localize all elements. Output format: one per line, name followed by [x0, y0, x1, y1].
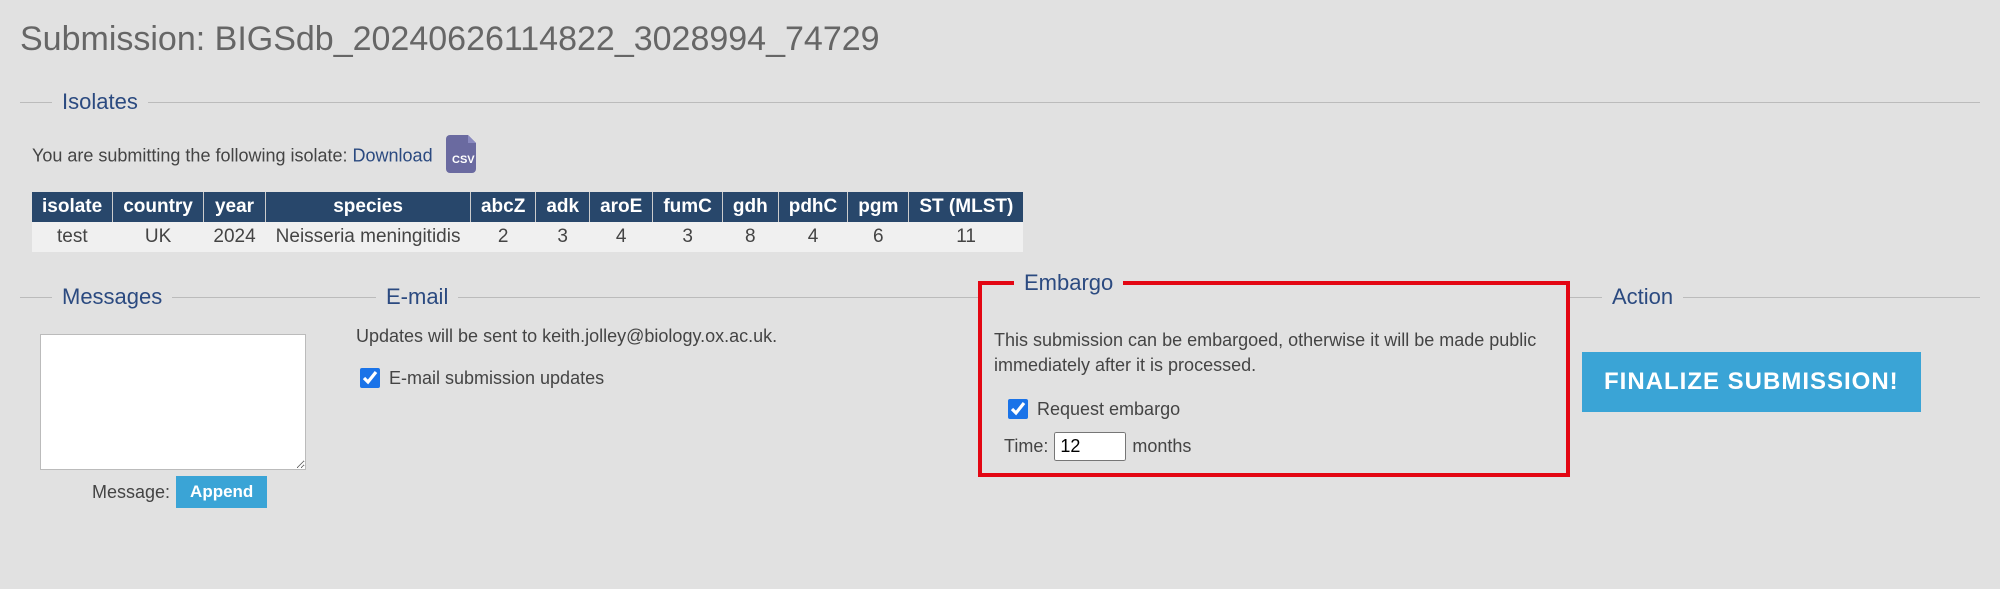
csv-icon[interactable]: CSV: [446, 135, 480, 178]
isolates-table: isolate country year species abcZ adk ar…: [32, 192, 1023, 252]
page-title: Submission: BIGSdb_20240626114822_302899…: [20, 20, 1980, 59]
isolates-legend: Isolates: [52, 89, 148, 115]
isolates-fieldset: Isolates You are submitting the followin…: [20, 89, 1980, 264]
action-legend: Action: [1602, 284, 1683, 310]
embargo-checkbox-label: Request embargo: [1037, 399, 1180, 420]
download-link[interactable]: Download: [353, 145, 433, 165]
message-label: Message:: [92, 482, 170, 503]
th-year: year: [203, 192, 265, 222]
email-checkbox-label: E-mail submission updates: [389, 368, 604, 389]
embargo-time-input[interactable]: [1054, 432, 1126, 461]
finalize-button[interactable]: FINALIZE SUBMISSION!: [1582, 352, 1921, 412]
embargo-info: This submission can be embargoed, otherw…: [994, 328, 1554, 378]
th-country: country: [113, 192, 204, 222]
th-adk: adk: [536, 192, 590, 222]
messages-fieldset: Messages Message: Append: [20, 284, 344, 520]
table-row: test UK 2024 Neisseria meningitidis 2 3 …: [32, 222, 1023, 252]
th-pdhc: pdhC: [778, 192, 848, 222]
email-updates-checkbox[interactable]: [360, 368, 380, 388]
table-header-row: isolate country year species abcZ adk ar…: [32, 192, 1023, 222]
svg-text:CSV: CSV: [452, 154, 475, 166]
th-st: ST (MLST): [909, 192, 1023, 222]
action-fieldset: Action FINALIZE SUBMISSION!: [1570, 284, 1980, 424]
request-embargo-checkbox[interactable]: [1008, 399, 1028, 419]
embargo-fieldset: Embargo This submission can be embargoed…: [978, 270, 1570, 477]
th-gdh: gdh: [722, 192, 778, 222]
messages-legend: Messages: [52, 284, 172, 310]
email-fieldset: E-mail Updates will be sent to keith.jol…: [344, 284, 978, 403]
message-textarea[interactable]: [40, 334, 306, 470]
embargo-legend: Embargo: [1014, 270, 1123, 296]
th-species: species: [266, 192, 471, 222]
th-fumc: fumC: [653, 192, 723, 222]
th-abcz: abcZ: [470, 192, 535, 222]
append-button[interactable]: Append: [176, 476, 267, 508]
th-aroe: aroE: [590, 192, 653, 222]
embargo-time-unit: months: [1132, 436, 1191, 457]
isolates-intro: You are submitting the following isolate…: [32, 145, 353, 165]
embargo-time-label: Time:: [1004, 436, 1048, 457]
th-isolate: isolate: [32, 192, 113, 222]
email-info: Updates will be sent to keith.jolley@bio…: [356, 326, 966, 347]
email-legend: E-mail: [376, 284, 458, 310]
th-pgm: pgm: [848, 192, 909, 222]
